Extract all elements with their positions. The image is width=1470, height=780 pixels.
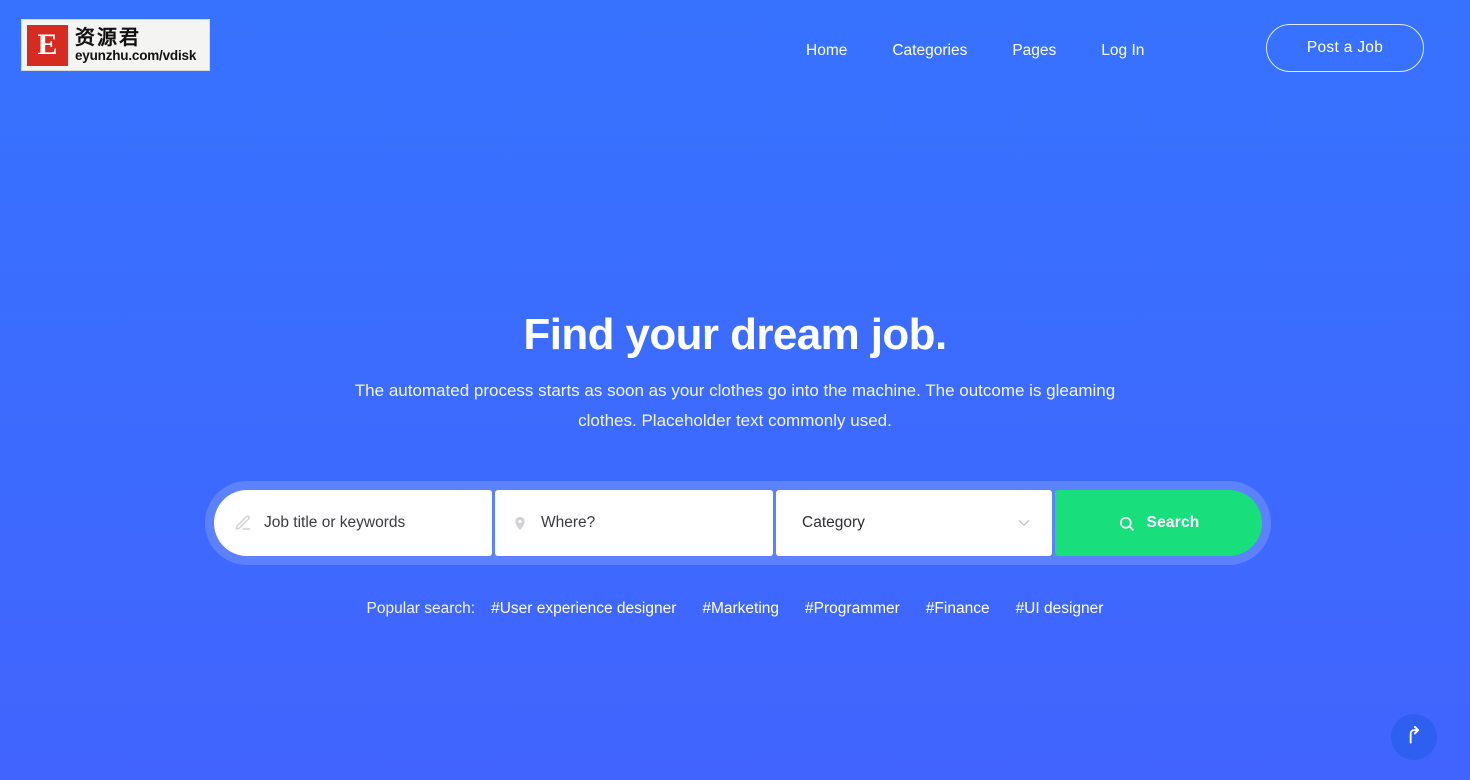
map-pin-icon [509,512,531,534]
popular-search-label: Popular search: [366,600,476,617]
pencil-icon [232,512,254,534]
location-input[interactable] [541,490,773,556]
popular-tag-finance[interactable]: #Finance [926,597,990,621]
popular-search-row: Popular search: #User experience designe… [0,597,1470,621]
popular-tag-ui-designer[interactable]: #UI designer [1016,597,1104,621]
popular-tag-user-experience-designer[interactable]: #User experience designer [491,597,676,621]
chevron-down-icon [1014,513,1034,533]
search-icon [1118,515,1135,532]
hero-section: Find your dream job. The automated proce… [0,0,1470,780]
job-search-bar: Category Search [205,481,1271,565]
arrow-up-icon [1404,725,1424,749]
keywords-field-wrapper[interactable] [214,490,492,556]
search-button[interactable]: Search [1055,490,1262,556]
location-field-wrapper[interactable] [495,490,773,556]
popular-tag-marketing[interactable]: #Marketing [702,597,779,621]
search-input[interactable] [264,490,492,556]
popular-tag-programmer[interactable]: #Programmer [805,597,900,621]
hero-subtitle: The automated process starts as soon as … [354,381,1116,430]
category-select[interactable]: Category [776,490,1052,556]
category-select-value: Category [802,514,865,531]
scroll-to-top-button[interactable] [1391,714,1437,760]
page-title: Find your dream job. [523,310,947,359]
search-button-label: Search [1146,514,1200,531]
